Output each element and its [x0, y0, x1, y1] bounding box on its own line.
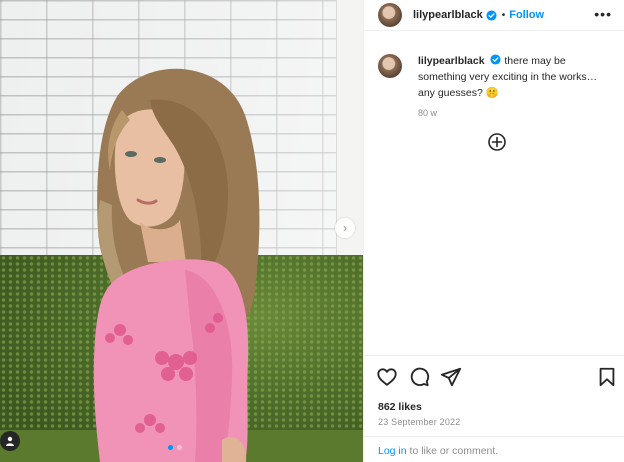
- bookmark-icon[interactable]: [596, 366, 618, 388]
- verified-badge-icon: [490, 54, 502, 65]
- chevron-right-icon: ›: [343, 221, 347, 235]
- slide-dot-active: [168, 445, 173, 450]
- caption-avatar[interactable]: [378, 54, 402, 78]
- separator-dot: •: [501, 9, 506, 21]
- login-prompt-text: to like or comment.: [406, 445, 499, 457]
- post-media[interactable]: ›: [0, 0, 363, 462]
- login-prompt: Log in to like or comment.: [378, 445, 498, 457]
- heart-icon[interactable]: [376, 366, 398, 388]
- post-date[interactable]: 23 September 2022: [378, 417, 460, 427]
- username-link[interactable]: lilypearlblack: [413, 9, 483, 21]
- caption-username[interactable]: lilypearlblack: [418, 55, 485, 67]
- likes-count[interactable]: 862 likes: [378, 401, 422, 413]
- login-link[interactable]: Log in: [378, 445, 407, 457]
- user-tag-icon: [6, 436, 14, 446]
- avatar[interactable]: [378, 3, 402, 27]
- action-bar: [376, 366, 616, 388]
- verified-badge-icon: [486, 9, 497, 21]
- tagged-users-button[interactable]: [0, 431, 20, 451]
- slide-dot: [177, 445, 182, 450]
- follow-button[interactable]: Follow: [509, 9, 544, 21]
- post-side-panel: lilypearlblack • Follow ••• lilypearlbla…: [363, 0, 624, 462]
- add-comment-icon[interactable]: [487, 132, 507, 152]
- divider: [364, 436, 624, 437]
- caption-timestamp: 80 w: [418, 108, 438, 118]
- slide-indicator: [168, 445, 182, 450]
- next-slide-button[interactable]: ›: [335, 218, 355, 238]
- more-options-icon[interactable]: •••: [594, 7, 612, 21]
- comment-icon[interactable]: [408, 366, 430, 388]
- post-header: lilypearlblack • Follow •••: [364, 0, 624, 31]
- photo-subject: [93, 68, 260, 462]
- divider: [364, 355, 624, 356]
- caption-body: lilypearlblack there may be something ve…: [418, 53, 610, 121]
- share-icon[interactable]: [440, 366, 462, 388]
- caption: lilypearlblack there may be something ve…: [364, 31, 624, 121]
